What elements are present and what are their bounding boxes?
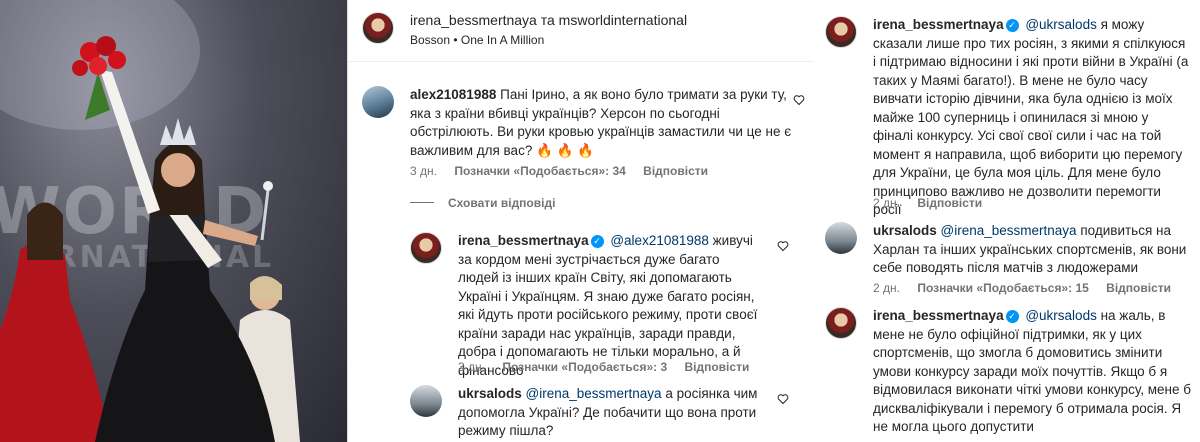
comments-panel-left: irena_bessmertnaya та msworldinternation… [347, 0, 814, 442]
verified-badge-icon: ✓ [1005, 310, 1019, 323]
heart-icon[interactable] [777, 393, 789, 405]
comment-mention[interactable]: @irena_bessmertnaya [941, 223, 1077, 238]
comment-username[interactable]: ukrsalods [458, 386, 522, 401]
comment-meta: 2 дн. Позначки «Подобається»: 15 Відпові… [873, 281, 1185, 295]
comment-body: ukrsalods @irena_bessmertnaya подивиться… [873, 222, 1191, 278]
comment-username[interactable]: irena_bessmertnaya [458, 233, 589, 248]
post-photo[interactable]: WORLD ERNATIONAL [0, 0, 347, 442]
comment-time[interactable]: 3 дн. [458, 360, 485, 374]
post-header: irena_bessmertnaya та msworldinternation… [348, 0, 814, 62]
comment-mention[interactable]: @ukrsalods [1025, 308, 1096, 323]
commenter-avatar[interactable] [825, 307, 857, 339]
comment-likes[interactable]: Позначки «Подобається»: 34 [454, 164, 625, 178]
comment-username[interactable]: ukrsalods [873, 223, 937, 238]
commenter-avatar[interactable] [410, 232, 442, 264]
comment-body: irena_bessmertnaya ✓ @ukrsalods я можу ск… [873, 16, 1191, 220]
comment-meta: 3 дн. Позначки «Подобається»: 34 Відпові… [410, 164, 722, 178]
verified-badge-icon: ✓ [1005, 19, 1019, 32]
comment-body: irena_bessmertnaya ✓ @alex21081988 живучі… [458, 232, 758, 380]
comment-mention[interactable]: @irena_bessmertnaya [526, 386, 662, 401]
comment-body: ukrsalods @irena_bessmertnaya а росіянка… [458, 385, 758, 441]
heart-icon[interactable] [777, 240, 789, 252]
comment-time[interactable]: 3 дн. [410, 164, 437, 178]
commenter-avatar[interactable] [825, 222, 857, 254]
comment-body: irena_bessmertnaya ✓ @ukrsalods на жаль, … [873, 307, 1191, 437]
commenter-avatar[interactable] [825, 16, 857, 48]
reply-button[interactable]: Відповісти [917, 196, 982, 210]
reply-button[interactable]: Відповісти [643, 164, 708, 178]
commenter-avatar[interactable] [362, 86, 394, 118]
divider-line [410, 202, 434, 203]
post-authors[interactable]: irena_bessmertnaya та msworldinternation… [410, 12, 687, 28]
comment-username[interactable]: alex21081988 [410, 87, 496, 102]
hide-replies-button[interactable]: Сховати відповіді [410, 196, 555, 210]
pageant-scene-illustration [0, 36, 300, 442]
comment-meta: 3 дн. Позначки «Подобається»: 3 Відповіс… [458, 360, 763, 374]
comments-panel-right: irena_bessmertnaya ✓ @ukrsalods я можу ск… [813, 0, 1200, 442]
comment-likes[interactable]: Позначки «Подобається»: 3 [502, 360, 667, 374]
comment-text: живучі за кордом мені зустрічається дуже… [458, 233, 758, 378]
comment-body: alex21081988 Пані Ірино, а як воно було … [410, 86, 792, 160]
comment-username[interactable]: irena_bessmertnaya [873, 17, 1004, 32]
comment-meta: 2 дн. Відповісти [873, 196, 996, 210]
comment-time[interactable]: 2 дн. [873, 281, 900, 295]
comment-time[interactable]: 2 дн. [873, 196, 900, 210]
comment-mention[interactable]: @alex21081988 [610, 233, 709, 248]
reply-button[interactable]: Відповісти [684, 360, 749, 374]
comment-mention[interactable]: @ukrsalods [1025, 17, 1096, 32]
reply-button[interactable]: Відповісти [1106, 281, 1171, 295]
audio-track[interactable]: Bosson • One In A Million [410, 33, 544, 47]
verified-badge-icon: ✓ [590, 235, 604, 248]
comment-username[interactable]: irena_bessmertnaya [873, 308, 1004, 323]
comment-text: я можу сказали лише про тих росіян, з як… [873, 17, 1189, 217]
commenter-avatar[interactable] [410, 385, 442, 417]
comment-text: на жаль, в мене не було офіційної підтри… [873, 308, 1191, 434]
author-avatar[interactable] [362, 12, 394, 44]
hide-replies-label: Сховати відповіді [448, 196, 556, 210]
comment-likes[interactable]: Позначки «Подобається»: 15 [917, 281, 1088, 295]
heart-icon[interactable] [793, 94, 805, 106]
